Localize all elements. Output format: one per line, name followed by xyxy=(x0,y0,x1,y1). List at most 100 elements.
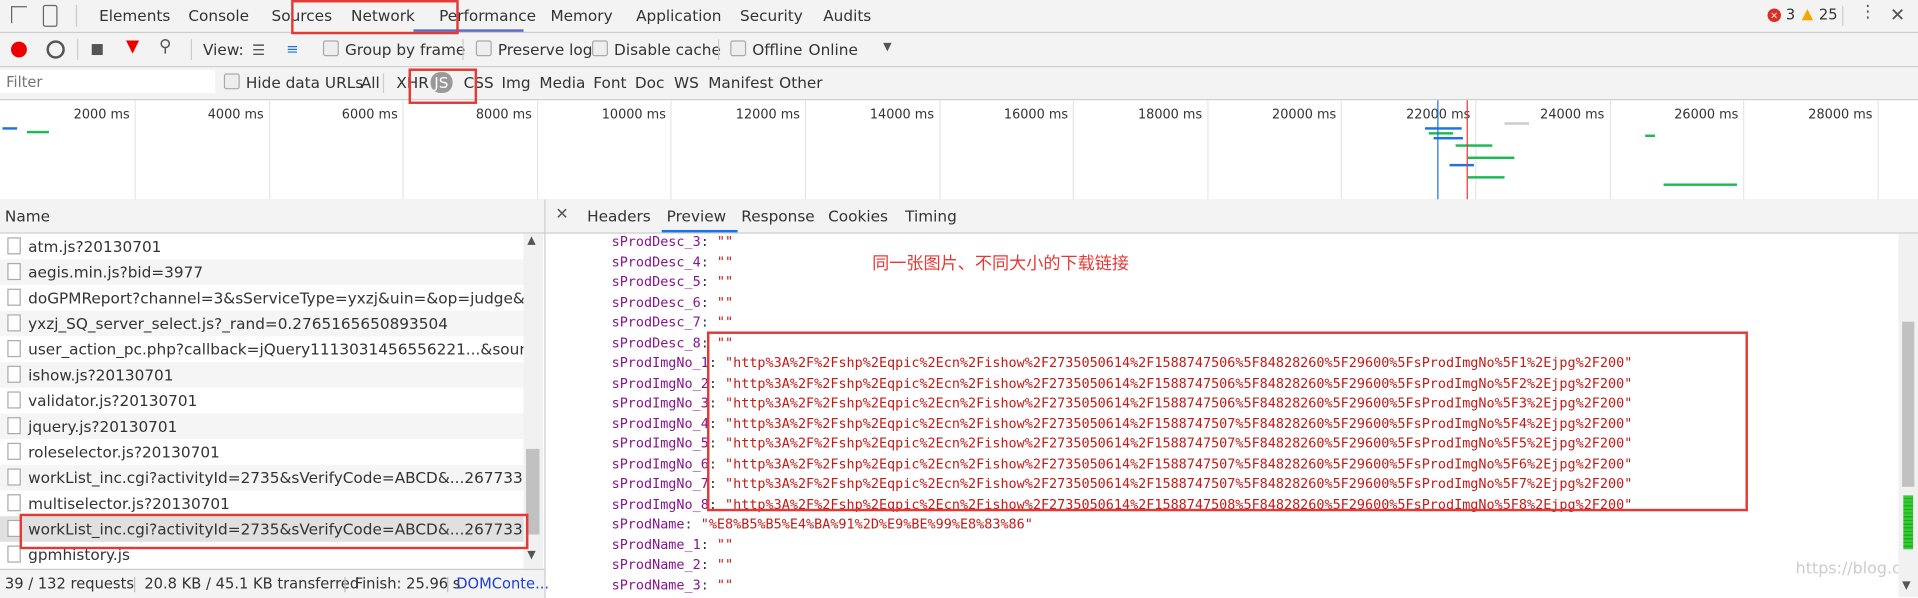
filter-type-js[interactable]: JS xyxy=(430,72,453,93)
warning-count[interactable]: 25 xyxy=(1819,6,1838,23)
preview-property[interactable]: sProdDesc_6: "" xyxy=(612,293,734,313)
waterfall-icon[interactable]: ≡ xyxy=(286,40,298,57)
request-row[interactable]: atm.js?20130701 xyxy=(0,233,524,260)
tab-sources[interactable]: Sources xyxy=(272,6,332,24)
preview-property[interactable]: sProdImgNo_6: "http%3A%2F%2Fshp%2Eqpic%2… xyxy=(612,454,1633,474)
request-row[interactable]: ishow.js?20130701 xyxy=(0,362,524,388)
filter-type-all[interactable]: All xyxy=(357,72,383,93)
timeline-gridline xyxy=(1877,100,1879,200)
preserve-log-checkbox[interactable]: Preserve log xyxy=(475,40,593,59)
tab-network[interactable]: Network xyxy=(351,6,415,24)
throttling-select[interactable]: Online xyxy=(809,40,858,58)
offline-checkbox[interactable]: Offline xyxy=(730,40,802,59)
requests-scrollbar[interactable]: ▲ ▼ xyxy=(523,233,544,569)
large-rows-icon[interactable]: ☰ xyxy=(252,42,265,59)
filter-type-other[interactable]: Other xyxy=(776,72,827,93)
request-row[interactable]: workList_inc.cgi?activityId=2735&sVerify… xyxy=(0,516,524,542)
inspect-element-icon[interactable] xyxy=(11,6,27,24)
request-row[interactable]: gpmhistory.js xyxy=(0,541,524,568)
request-row[interactable]: validator.js?20130701 xyxy=(0,387,524,414)
preview-property[interactable]: sProdDesc_5: "" xyxy=(612,273,734,293)
request-row[interactable]: yxzj_SQ_server_select.js?_rand=0.2765165… xyxy=(0,310,524,337)
close-detail-icon[interactable]: ✕ xyxy=(555,205,568,223)
more-options-icon[interactable]: ⋮ xyxy=(1859,2,1876,22)
detail-tab-preview[interactable]: Preview xyxy=(667,207,727,225)
preview-property[interactable]: sProdImgNo_7: "http%3A%2F%2Fshp%2Eqpic%2… xyxy=(612,475,1633,495)
preview-property[interactable]: sProdDesc_7: "" xyxy=(612,313,734,333)
preview-property[interactable]: sProdImgNo_4: "http%3A%2F%2Fshp%2Eqpic%2… xyxy=(612,414,1633,434)
device-toolbar-icon[interactable] xyxy=(42,4,58,27)
name-column-header[interactable]: Name xyxy=(5,207,50,225)
search-icon[interactable]: ⚲ xyxy=(159,37,172,57)
request-row[interactable]: workList_inc.cgi?activityId=2735&sVerify… xyxy=(0,464,524,491)
property-value: "" xyxy=(716,253,734,270)
detail-tab-headers[interactable]: Headers xyxy=(587,207,651,225)
detail-tab-timing[interactable]: Timing xyxy=(905,207,957,225)
request-row[interactable]: user_action_pc.php?callback=jQuery111303… xyxy=(0,336,524,363)
filter-input[interactable] xyxy=(0,69,216,93)
property-value: "" xyxy=(716,294,734,311)
tab-application[interactable]: Application xyxy=(636,6,721,24)
filter-type-ws[interactable]: WS xyxy=(670,72,702,93)
record-icon[interactable] xyxy=(11,41,27,58)
tab-memory[interactable]: Memory xyxy=(550,6,612,24)
property-value: "http%3A%2F%2Fshp%2Eqpic%2Ecn%2Fishow%2F… xyxy=(725,354,1633,371)
request-row[interactable]: aegis.min.js?bid=3977 xyxy=(0,259,524,286)
tab-audits[interactable]: Audits xyxy=(823,6,871,24)
scrollbar-thumb[interactable] xyxy=(525,448,540,535)
waterfall-bar xyxy=(1645,134,1655,137)
tab-console[interactable]: Console xyxy=(188,6,249,24)
timeline-tick-label: 10000 ms xyxy=(601,107,666,123)
filter-type-img[interactable]: Img xyxy=(498,72,534,93)
error-count[interactable]: 3 xyxy=(1786,6,1795,23)
detail-tab-cookies[interactable]: Cookies xyxy=(828,207,888,225)
preview-property[interactable]: sProdName: "%E8%B5%B5%E4%BA%91%2D%E9%BE%… xyxy=(612,515,1033,535)
preview-scrollbar[interactable]: ▼ xyxy=(1898,233,1918,597)
filter-type-font[interactable]: Font xyxy=(590,72,631,93)
scroll-down-icon[interactable]: ▼ xyxy=(527,549,535,561)
timeline-overview[interactable]: 2000 ms 4000 ms 6000 ms 8000 ms 10000 ms 1200… xyxy=(0,100,1918,201)
preview-property[interactable]: sProdImgNo_3: "http%3A%2F%2Fshp%2Eqpic%2… xyxy=(612,394,1633,414)
filter-type-media[interactable]: Media xyxy=(536,72,589,93)
preview-scrollbar-thumb[interactable] xyxy=(1902,321,1915,487)
preview-property[interactable]: sProdDesc_3: "" xyxy=(612,234,734,253)
request-row[interactable]: jquery.js?20130701 xyxy=(0,413,524,440)
filter-icon[interactable]: ▼ xyxy=(126,37,139,57)
preview-property[interactable]: sProdName_1: "" xyxy=(612,535,734,555)
filter-type-manifest[interactable]: Manifest xyxy=(705,72,778,93)
request-name: aegis.min.js?bid=3977 xyxy=(28,262,204,282)
preview-property[interactable]: sProdDesc_8: "" xyxy=(612,333,734,353)
filter-type-doc[interactable]: Doc xyxy=(631,72,668,93)
chevron-down-icon[interactable]: ▼ xyxy=(883,42,891,54)
scroll-down-icon[interactable]: ▼ xyxy=(1902,580,1910,592)
preview-property[interactable]: sProdDesc_4: "" xyxy=(612,253,734,273)
preview-property[interactable]: sProdImgNo_5: "http%3A%2F%2Fshp%2Eqpic%2… xyxy=(612,434,1633,454)
tab-performance[interactable]: Performance xyxy=(439,6,536,24)
preview-property[interactable]: sProdName_2: "" xyxy=(612,555,734,575)
filter-type-css[interactable]: CSS xyxy=(460,72,497,93)
preview-property[interactable]: sProdName_3: "" xyxy=(612,576,734,596)
request-row[interactable]: roleselector.js?20130701 xyxy=(0,439,524,465)
disable-cache-checkbox[interactable]: Disable cache xyxy=(592,40,721,59)
file-icon xyxy=(7,545,21,563)
network-summary-bar: 39 / 132 requests | 20.8 KB / 45.1 KB tr… xyxy=(0,568,549,598)
preserve-log-label: Preserve log xyxy=(497,40,593,59)
hide-data-urls-checkbox[interactable]: Hide data URLs xyxy=(223,73,363,92)
screenshot-icon[interactable] xyxy=(91,44,103,56)
preview-property[interactable]: sProdImgNo_1: "http%3A%2F%2Fshp%2Eqpic%2… xyxy=(612,354,1633,374)
disable-cache-label: Disable cache xyxy=(614,40,721,59)
request-name: gpmhistory.js xyxy=(28,545,130,564)
request-row[interactable]: multiselector.js?20130701 xyxy=(0,490,524,517)
close-devtools-icon[interactable]: ✕ xyxy=(1890,4,1905,26)
clear-icon[interactable] xyxy=(46,40,65,59)
scroll-up-icon[interactable]: ▲ xyxy=(527,235,535,247)
group-by-frame-checkbox[interactable]: Group by frame xyxy=(322,40,465,59)
preview-property[interactable]: sProdImgNo_8: "http%3A%2F%2Fshp%2Eqpic%2… xyxy=(612,495,1633,515)
detail-tab-response[interactable]: Response xyxy=(741,207,814,225)
property-key: sProdImgNo_4 xyxy=(611,415,709,432)
tab-security[interactable]: Security xyxy=(740,6,803,24)
preview-property[interactable]: sProdImgNo_2: "http%3A%2F%2Fshp%2Eqpic%2… xyxy=(612,374,1633,394)
request-row[interactable]: doGPMReport?channel=3&sServiceType=yxzj&… xyxy=(0,285,524,311)
filter-type-xhr[interactable]: XHR xyxy=(393,72,433,93)
tab-elements[interactable]: Elements xyxy=(99,6,170,24)
